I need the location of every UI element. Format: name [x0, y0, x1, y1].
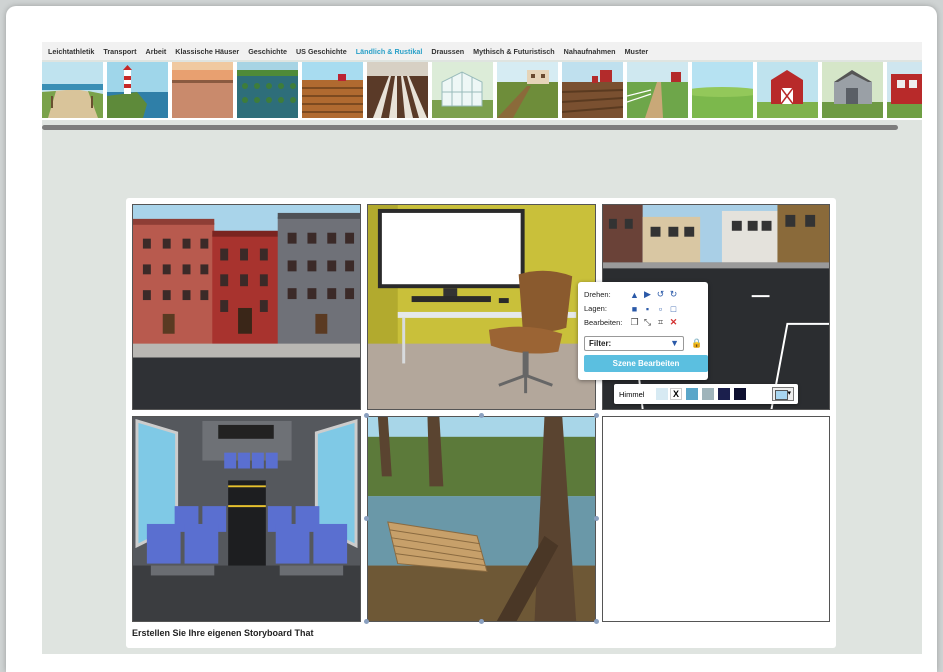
copy-icon[interactable]: ❐: [629, 317, 640, 328]
scene-city-buildings: [133, 205, 360, 409]
selection-handle[interactable]: [479, 619, 484, 624]
tab-geschichte[interactable]: Geschichte: [248, 47, 287, 56]
selection-handle[interactable]: [364, 516, 369, 521]
thumb-farm-rows[interactable]: [497, 62, 558, 118]
scene-edit-popup: Drehen: ▲ ▶ ↺ ↻ Lagen: ■ ▪ ▫ □ Bearbeite…: [578, 282, 708, 380]
send-to-back-icon[interactable]: □: [668, 303, 679, 314]
thumb-field-sunset[interactable]: [172, 62, 233, 118]
scene-category-tabs: Leichtathletik Transport Arbeit Klassisc…: [42, 42, 922, 60]
flip-vertical-icon[interactable]: ▲: [629, 289, 640, 300]
lock-icon[interactable]: 🔒: [691, 338, 702, 349]
rotate-left-icon[interactable]: ↺: [655, 289, 666, 300]
tab-nahaufnahmen[interactable]: Nahaufnahmen: [564, 47, 616, 56]
sky-swatch-4[interactable]: [718, 388, 730, 400]
thumb-farm-fence-road[interactable]: [627, 62, 688, 118]
filter-dropdown[interactable]: Filter: ▼: [584, 336, 684, 351]
sky-swatch-1[interactable]: [656, 388, 668, 400]
browser-frame: Leichtathletik Transport Arbeit Klassisc…: [6, 6, 937, 672]
thumb-vineyard-water[interactable]: [237, 62, 298, 118]
selection-handle[interactable]: [594, 516, 599, 521]
thumbnail-scrollbar[interactable]: [42, 125, 898, 130]
storyboard-cell-1[interactable]: [132, 204, 361, 410]
thumb-red-shed[interactable]: [887, 62, 922, 118]
thumb-lighthouse[interactable]: [107, 62, 168, 118]
thumb-beach-path[interactable]: [42, 62, 103, 118]
storyboard-canvas: Erstellen Sie Ihre eigenen Storyboard Th…: [126, 198, 836, 648]
crop-icon[interactable]: ⌗: [655, 317, 666, 328]
chevron-down-icon: ▼: [670, 338, 679, 348]
bring-forward-icon[interactable]: ▪: [642, 303, 653, 314]
thumb-greenhouse[interactable]: [432, 62, 493, 118]
sky-swatch-3[interactable]: [702, 388, 714, 400]
flip-horizontal-icon[interactable]: ▶: [642, 289, 653, 300]
scene-thumbnail-strip: [42, 62, 922, 120]
thumb-meadow[interactable]: [692, 62, 753, 118]
selection-handle[interactable]: [479, 413, 484, 418]
thumb-farm-barn-field[interactable]: [562, 62, 623, 118]
tab-leichtathletik[interactable]: Leichtathletik: [48, 47, 94, 56]
edit-label: Bearbeiten:: [584, 318, 623, 327]
selection-handle[interactable]: [364, 619, 369, 624]
tab-mythisch-futuristisch[interactable]: Mythisch & Futuristisch: [473, 47, 554, 56]
tab-klassische-hauser[interactable]: Klassische Häuser: [175, 47, 239, 56]
sky-color-bar: Himmel X ▾: [614, 384, 798, 404]
thumb-grey-barn[interactable]: [822, 62, 883, 118]
sky-swatch-5[interactable]: [734, 388, 746, 400]
bring-to-front-icon[interactable]: ■: [629, 303, 640, 314]
tab-muster[interactable]: Muster: [625, 47, 649, 56]
storyboard-cell-6-empty[interactable]: [602, 416, 830, 622]
resize-icon[interactable]: ⤡: [642, 317, 653, 328]
scene-bus-interior: [133, 417, 360, 621]
selected-sky-color: [775, 390, 788, 400]
scene-office-desk: [368, 205, 595, 409]
thumb-dirt-rows[interactable]: [367, 62, 428, 118]
rotate-label: Drehen:: [584, 290, 611, 299]
selection-handle[interactable]: [594, 619, 599, 624]
thumb-plowed-field[interactable]: [302, 62, 363, 118]
thumb-red-barn[interactable]: [757, 62, 818, 118]
tab-landlich-rustikal[interactable]: Ländlich & Rustikal: [356, 47, 423, 56]
tab-us-geschichte[interactable]: US Geschichte: [296, 47, 347, 56]
storyboard-caption: Erstellen Sie Ihre eigenen Storyboard Th…: [132, 628, 314, 638]
chevron-down-icon: ▾: [787, 390, 791, 397]
delete-icon[interactable]: ✕: [668, 317, 679, 328]
storyboard-cell-2[interactable]: [367, 204, 596, 410]
sky-swatch-2[interactable]: [686, 388, 698, 400]
edit-scene-button[interactable]: Szene Bearbeiten: [584, 355, 708, 372]
selection-handle[interactable]: [594, 413, 599, 418]
send-backward-icon[interactable]: ▫: [655, 303, 666, 314]
scene-swamp-bridge: [368, 417, 595, 621]
filter-value: Filter:: [589, 339, 612, 348]
layers-label: Lagen:: [584, 304, 607, 313]
storyboard-cell-4[interactable]: [132, 416, 361, 622]
storyboard-cell-5[interactable]: [367, 416, 596, 622]
tab-transport[interactable]: Transport: [103, 47, 136, 56]
tab-arbeit[interactable]: Arbeit: [146, 47, 167, 56]
tab-draussen[interactable]: Draussen: [431, 47, 464, 56]
storyboard-editor: Leichtathletik Transport Arbeit Klassisc…: [42, 42, 922, 654]
sky-label: Himmel: [619, 390, 645, 399]
sky-swatch-none[interactable]: X: [670, 388, 682, 400]
rotate-right-icon[interactable]: ↻: [668, 289, 679, 300]
selection-handle[interactable]: [364, 413, 369, 418]
sky-color-picker[interactable]: ▾: [772, 387, 794, 401]
